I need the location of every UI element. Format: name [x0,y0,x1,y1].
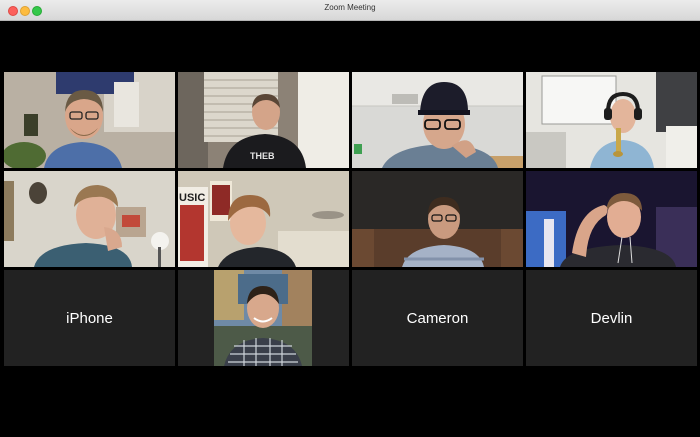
participant-video-tile[interactable] [352,72,523,168]
participant-video [526,171,697,267]
participant-video-tile-active-speaker[interactable] [526,72,697,168]
participant-video-tile[interactable] [4,72,175,168]
participant-video-tile[interactable] [4,171,175,267]
participant-video-tile[interactable]: USIC [178,171,349,267]
participant-name-tile[interactable]: Cameron [352,270,523,366]
participant-video [526,72,697,168]
participant-video [4,171,175,267]
participant-name: iPhone [66,309,113,327]
participant-video: THEB [178,72,349,168]
participant-name: Devlin [590,309,633,327]
window-title-bar: Zoom Meeting [0,0,700,21]
participant-name-tile[interactable]: Devlin [526,270,697,366]
participant-video: USIC [178,171,349,267]
participant-video-tile[interactable] [352,171,523,267]
participant-profile-photo-tile[interactable] [178,270,349,366]
profile-photo [178,270,349,366]
participant-video-tile[interactable]: THEB [178,72,349,168]
participant-video-tile[interactable] [526,171,697,267]
window-title: Zoom Meeting [324,3,376,12]
poster-text: USIC [179,192,205,204]
participant-video [352,171,523,267]
participant-name-tile[interactable]: iPhone [4,270,175,366]
participant-video [352,72,523,168]
participant-video [4,72,175,168]
shirt-print: THEB [250,151,275,161]
participant-name: Cameron [406,309,469,327]
